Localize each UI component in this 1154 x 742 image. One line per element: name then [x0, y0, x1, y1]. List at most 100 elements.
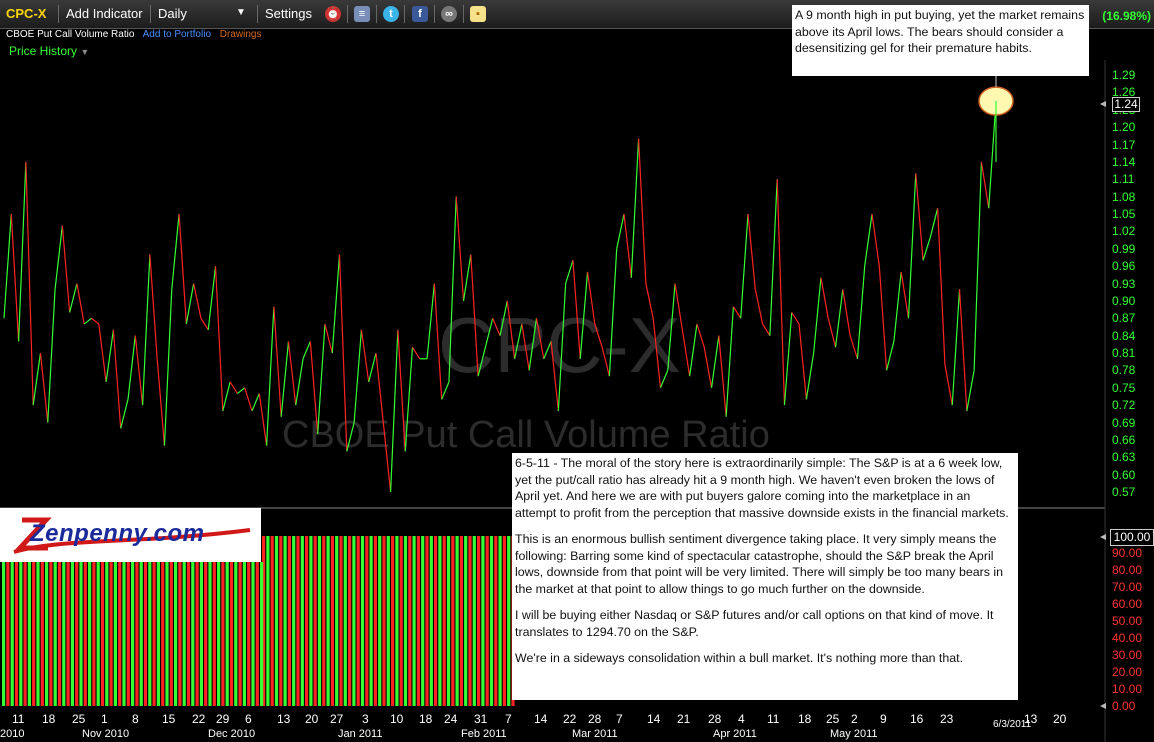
volume-bar [365, 536, 369, 706]
volume-bar [182, 562, 186, 706]
series-segment [689, 323, 698, 377]
x-tick-label: 24 [444, 712, 458, 726]
volume-bar [459, 536, 463, 706]
series-segment [499, 300, 508, 336]
series-segment [791, 312, 800, 325]
series-segment [462, 254, 472, 301]
series-segment [61, 225, 71, 313]
volume-tick-label: 80.00 [1112, 563, 1143, 577]
series-segment [484, 318, 494, 348]
x-tick-label: 18 [798, 712, 812, 726]
x-tick-label: 8 [132, 712, 139, 726]
series-segment [83, 317, 92, 325]
volume-bar [195, 562, 199, 706]
volume-bar [19, 562, 23, 706]
y-tick-label: 0.60 [1112, 467, 1136, 482]
volume-bar [279, 536, 283, 706]
series-segment [951, 289, 961, 406]
volume-bar [225, 562, 229, 706]
series-segment [375, 352, 384, 423]
volume-bar [191, 562, 195, 706]
series-segment [579, 271, 589, 359]
series-segment [338, 254, 348, 452]
series-segment [32, 352, 42, 406]
series-segment [426, 283, 435, 359]
volume-bar [156, 562, 160, 706]
volume-bar [373, 536, 377, 706]
series-segment [776, 179, 786, 406]
series-segment [411, 346, 421, 360]
volume-tick-label: 10.00 [1112, 682, 1143, 696]
series-segment [163, 289, 173, 446]
volume-bar [489, 536, 494, 706]
volume-bar [330, 536, 334, 706]
volume-bar [481, 536, 485, 706]
series-segment [506, 300, 516, 359]
volume-bar [502, 536, 506, 706]
volume-marker-icon [1100, 703, 1106, 709]
volume-bar [49, 562, 53, 706]
volume-bar [498, 536, 502, 706]
volume-bar [386, 536, 390, 706]
series-segment [324, 323, 333, 354]
volume-bar [217, 562, 221, 706]
series-segment [783, 312, 793, 406]
series-segment [178, 213, 187, 325]
volume-tick-label: 20.00 [1112, 665, 1143, 679]
series-segment [156, 358, 166, 446]
series-segment [813, 277, 822, 354]
annotation-paragraph: 6-5-11 - The moral of the story here is … [515, 456, 1009, 520]
series-segment [404, 347, 414, 452]
volume-bar [79, 562, 83, 706]
series-segment [470, 254, 479, 377]
series-segment [120, 399, 129, 429]
y-tick-label: 1.08 [1112, 189, 1136, 204]
volume-bar [317, 536, 322, 706]
volume-bar [360, 536, 365, 706]
series-segment [798, 323, 807, 400]
x-tick-label: 14 [534, 712, 548, 726]
chart-app: { "toolbar": { "symbol": "CPC-X", "add_i… [0, 0, 1154, 742]
series-segment [929, 208, 939, 238]
volume-bar [485, 536, 489, 706]
volume-bar [23, 562, 27, 706]
x-month-label: Apr 2011 [713, 728, 757, 740]
volume-tick-label: 40.00 [1112, 631, 1143, 645]
x-month-label: Nov 2010 [82, 728, 130, 740]
volume-bar [477, 536, 481, 706]
series-segment [966, 370, 975, 412]
y-tick-label: 0.84 [1112, 328, 1136, 343]
volume-bar [434, 536, 438, 706]
volume-bar [6, 562, 10, 706]
x-tick-label: 23 [940, 712, 954, 726]
series-segment [149, 254, 158, 359]
date-marker: 6/3/2011 [993, 719, 1032, 730]
series-segment [623, 213, 632, 278]
series-segment [492, 318, 501, 336]
y-tick-label: 0.69 [1112, 415, 1136, 430]
x-tick-label: 15 [162, 712, 176, 726]
volume-bar [113, 562, 117, 706]
series-segment [805, 352, 815, 400]
volume-bar [494, 536, 498, 706]
x-tick-label: 6 [245, 712, 252, 726]
volume-bar [62, 562, 66, 706]
series-segment [886, 341, 895, 371]
volume-marker-icon [1100, 534, 1106, 540]
series-segment [937, 208, 946, 365]
volume-bar [131, 562, 135, 706]
series-segment [477, 347, 486, 377]
volume-bar [242, 562, 246, 706]
x-tick-label: 20 [305, 712, 319, 726]
series-segment [594, 323, 603, 348]
series-segment [601, 347, 610, 377]
x-tick-label: 7 [616, 712, 623, 726]
x-tick-label: 28 [708, 712, 722, 726]
volume-bar [270, 536, 274, 706]
series-segment [91, 317, 100, 325]
volume-bar [395, 536, 399, 706]
volume-bar [468, 536, 472, 706]
series-segment [76, 283, 85, 325]
volume-bar [305, 536, 309, 706]
series-segment [820, 277, 829, 319]
